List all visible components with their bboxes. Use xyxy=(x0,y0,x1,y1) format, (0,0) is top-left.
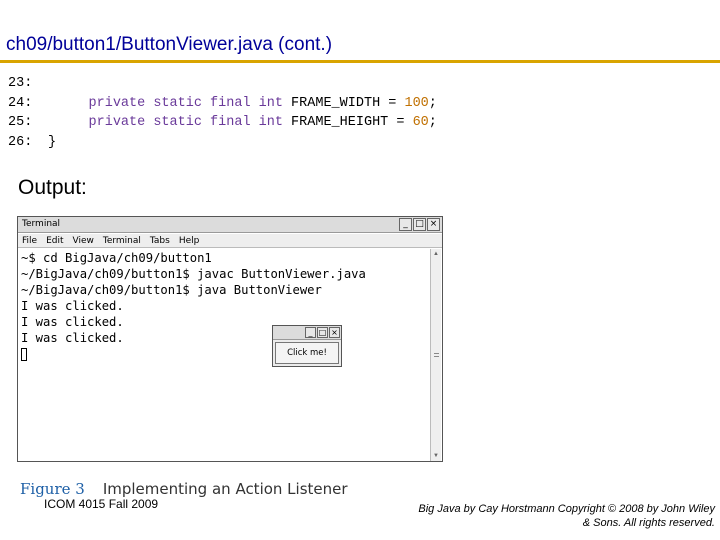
terminal-scrollbar[interactable]: ▲ ▼ xyxy=(430,249,441,461)
figure-caption-text: Implementing an Action Listener xyxy=(102,480,348,498)
footer-copyright: Big Java by Cay Horstmann Copyright © 20… xyxy=(375,502,715,530)
cursor-icon xyxy=(21,348,27,361)
scroll-down-icon[interactable]: ▼ xyxy=(433,453,439,459)
menu-help[interactable]: Help xyxy=(179,234,200,247)
maximize-button[interactable]: □ xyxy=(413,218,426,231)
footer-copyright-line2: & Sons. All rights reserved. xyxy=(582,517,715,529)
code-line: 23: xyxy=(8,74,437,94)
line-number: 26: xyxy=(8,134,33,150)
code-text: ; xyxy=(428,115,437,130)
line-number: 24: xyxy=(8,95,33,111)
terminal-titlebar[interactable]: Terminal _ □ × xyxy=(18,217,442,233)
frame-window-controls: _ □ × xyxy=(305,327,340,338)
menu-edit[interactable]: Edit xyxy=(46,234,63,247)
output-label: Output: xyxy=(18,176,87,199)
slide-title: ch09/button1/ButtonViewer.java (cont.) xyxy=(6,34,333,55)
terminal-line: I was clicked. xyxy=(21,299,124,313)
menu-view[interactable]: View xyxy=(73,234,94,247)
code-listing: 23: 24: private static final int FRAME_W… xyxy=(8,74,437,152)
button-viewer-frame: _ □ × Click me! xyxy=(272,325,342,367)
figure-number: Figure 3 xyxy=(20,480,85,498)
code-line: 24: private static final int FRAME_WIDTH… xyxy=(8,94,437,114)
title-rule xyxy=(0,60,720,63)
terminal-line: ~/BigJava/ch09/button1$ java ButtonViewe… xyxy=(21,283,322,297)
line-number: 25: xyxy=(8,115,33,130)
line-number: 23: xyxy=(8,76,33,91)
code-number: 60 xyxy=(412,115,429,130)
terminal-line: ~/BigJava/ch09/button1$ javac ButtonView… xyxy=(21,267,366,281)
code-text: FRAME_WIDTH = xyxy=(282,95,405,111)
code-text: FRAME_HEIGHT = xyxy=(282,115,413,130)
footer-course: ICOM 4015 Fall 2009 xyxy=(44,497,159,511)
figure-caption: Figure 3 Implementing an Action Listener xyxy=(20,480,348,498)
window-controls: _ □ × xyxy=(399,218,440,231)
terminal-line: ~$ cd BigJava/ch09/button1 xyxy=(21,251,212,265)
click-me-button[interactable]: Click me! xyxy=(275,342,339,364)
frame-close-button[interactable]: × xyxy=(329,327,340,338)
footer-copyright-line1: Big Java by Cay Horstmann Copyright © 20… xyxy=(418,503,715,515)
terminal-prompt-line xyxy=(21,346,425,362)
menu-file[interactable]: File xyxy=(22,234,37,247)
code-text: ; xyxy=(428,95,437,111)
minimize-button[interactable]: _ xyxy=(399,218,412,231)
scroll-grip-icon[interactable] xyxy=(434,353,439,357)
terminal-title: Terminal xyxy=(22,219,61,229)
frame-titlebar[interactable]: _ □ × xyxy=(273,326,341,340)
terminal-menubar: File Edit View Terminal Tabs Help xyxy=(18,234,442,248)
terminal-line: I was clicked. xyxy=(21,331,124,345)
close-button[interactable]: × xyxy=(427,218,440,231)
code-line: 26:} xyxy=(8,133,437,153)
terminal-output[interactable]: ~$ cd BigJava/ch09/button1 ~/BigJava/ch0… xyxy=(18,249,428,461)
code-keywords: private static final int xyxy=(88,95,283,111)
scroll-up-icon[interactable]: ▲ xyxy=(433,251,439,257)
frame-maximize-button[interactable]: □ xyxy=(317,327,328,338)
code-keywords: private static final int xyxy=(88,115,283,130)
menu-tabs[interactable]: Tabs xyxy=(150,234,170,247)
frame-minimize-button[interactable]: _ xyxy=(305,327,316,338)
menu-terminal[interactable]: Terminal xyxy=(103,234,141,247)
terminal-line: I was clicked. xyxy=(21,315,124,329)
terminal-window: Terminal _ □ × File Edit View Terminal T… xyxy=(17,216,443,462)
code-number: 100 xyxy=(404,95,429,111)
code-text: } xyxy=(48,134,57,150)
code-line: 25: private static final int FRAME_HEIGH… xyxy=(8,113,437,133)
